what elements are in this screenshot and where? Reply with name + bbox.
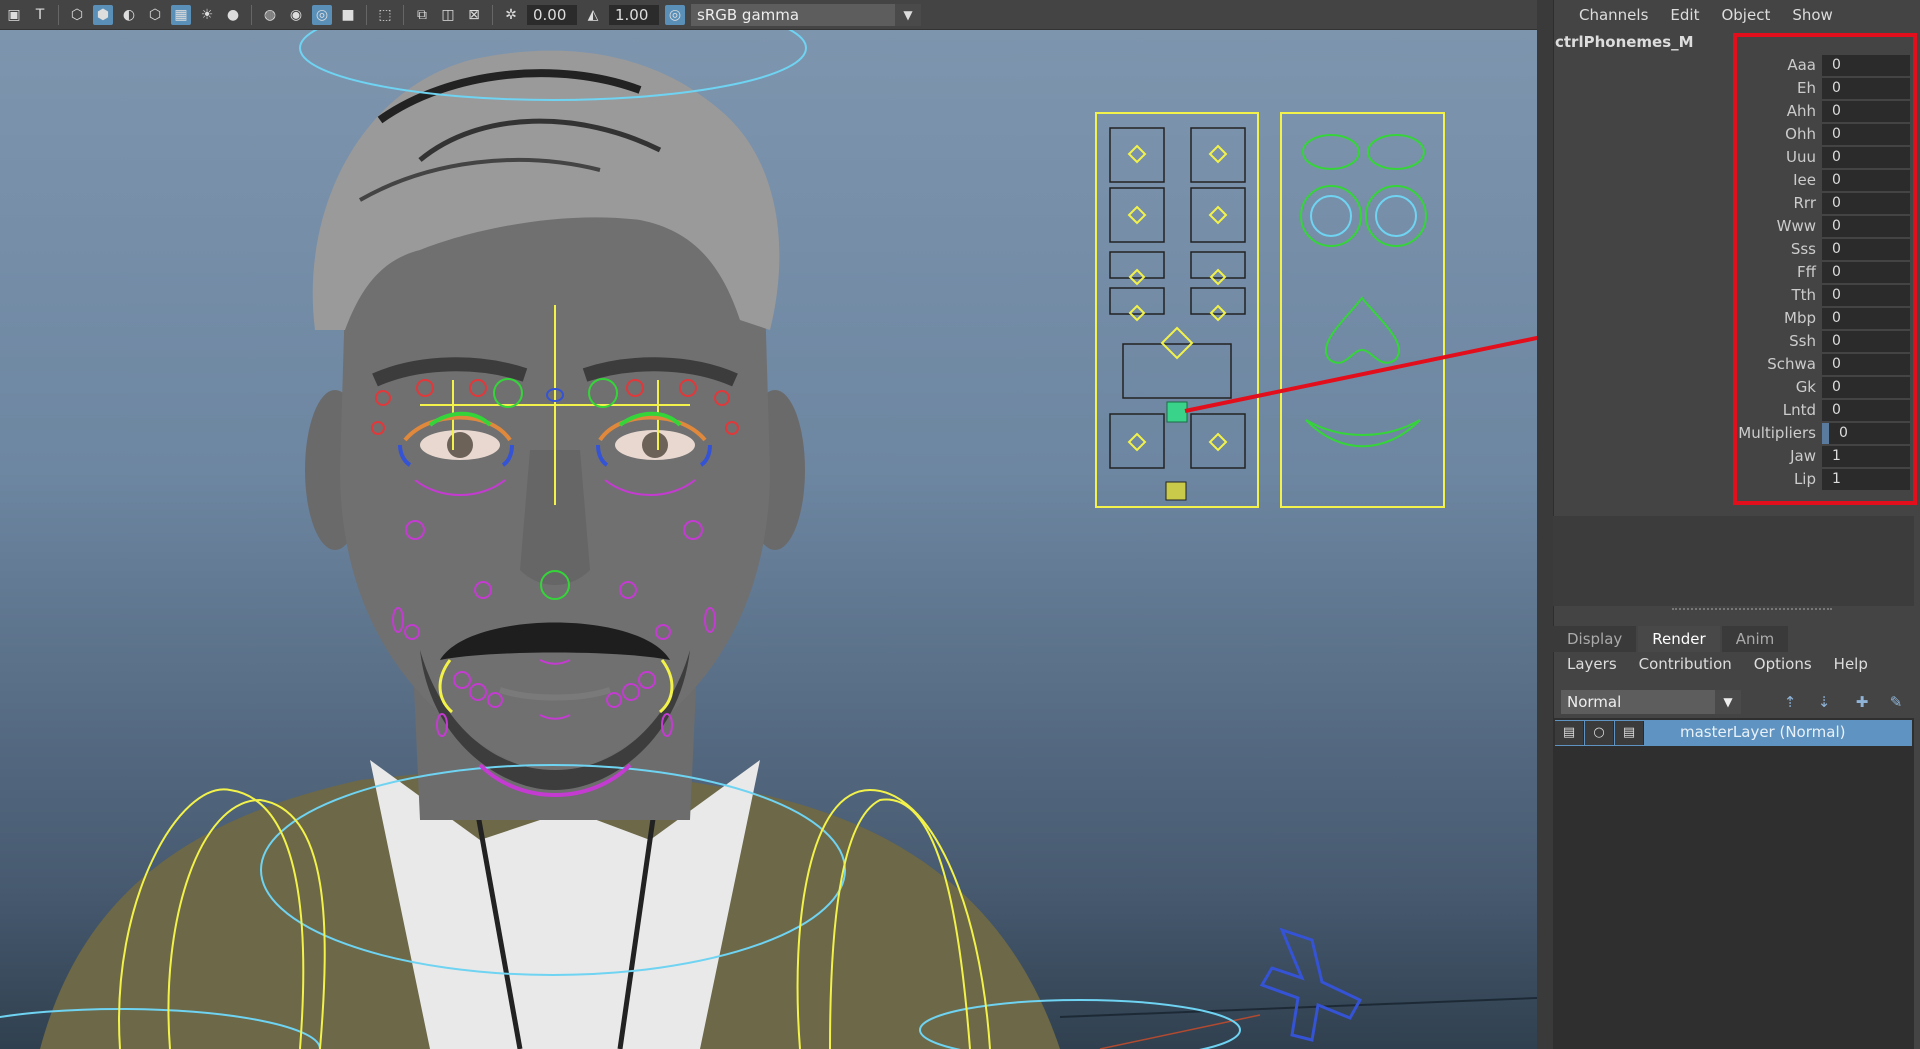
panel-splitter[interactable] [1537, 0, 1554, 1049]
ambient-occlusion-icon[interactable]: ◍ [260, 5, 280, 25]
menu-edit[interactable]: Edit [1670, 6, 1699, 24]
render-clapper-icon[interactable]: ▤ [1555, 721, 1584, 745]
select-icon[interactable]: ■ [338, 5, 358, 25]
new-layer-icon[interactable]: ✚ [1849, 690, 1875, 714]
text-icon[interactable]: T [30, 5, 50, 25]
toolbar-separator [366, 4, 367, 25]
object-name[interactable]: ctrlPhonemes_M [1555, 33, 1694, 51]
toolbar-separator [403, 4, 404, 25]
menu-show[interactable]: Show [1792, 6, 1832, 24]
image-plane-icon[interactable]: ▣ [4, 5, 24, 25]
face-gui-left-panel[interactable] [1095, 112, 1259, 508]
move-layer-up-icon[interactable]: ⇡ [1777, 690, 1803, 714]
menu-options[interactable]: Options [1754, 655, 1812, 673]
channel-box-empty-area [1553, 516, 1914, 606]
camera-gate-icon[interactable]: ◫ [438, 5, 458, 25]
menu-help[interactable]: Help [1834, 655, 1868, 673]
shaded-icon[interactable]: ⬢ [93, 4, 113, 25]
toolbar-separator [58, 4, 59, 25]
textured-icon[interactable]: ▦ [171, 4, 191, 25]
chevron-down-icon[interactable]: ▼ [895, 3, 921, 26]
viewport-toolbar: ▣ T ⬡ ⬢ ◐ ⬡ ▦ ☀ ● ◍ ◉ ◎ ■ ⬚ ⧉ ◫ ⊠ ✲ 0.00… [0, 0, 1537, 30]
visibility-icon[interactable]: ○ [1585, 721, 1614, 745]
layer-editor-menu: Layers Contribution Options Help [1567, 655, 1868, 673]
layer-editor-tabs: Display Render Anim [1553, 626, 1789, 652]
isolate-icon[interactable]: ◉ [286, 5, 306, 25]
channel-box-menu: Channels Edit Object Show [1553, 0, 1920, 30]
gamma-icon[interactable]: ◭ [583, 5, 603, 25]
shadow-icon[interactable]: ● [223, 5, 243, 25]
toolbar-separator [492, 4, 493, 25]
smooth-shade-icon[interactable]: ◐ [119, 5, 139, 25]
toolbar-separator [251, 4, 252, 25]
move-layer-down-icon[interactable]: ⇣ [1811, 690, 1837, 714]
xray-icon[interactable]: ◎ [312, 4, 332, 25]
viewport-panel[interactable]: ▣ T ⬡ ⬢ ◐ ⬡ ▦ ☀ ● ◍ ◉ ◎ ■ ⬚ ⧉ ◫ ⊠ ✲ 0.00… [0, 0, 1537, 1049]
tab-display[interactable]: Display [1553, 626, 1637, 652]
clapper-icon[interactable]: ▤ [1615, 721, 1644, 745]
layer-name[interactable]: masterLayer (Normal) [1680, 723, 1845, 741]
exposure-icon[interactable]: ✲ [501, 5, 521, 25]
face-gui-right-panel[interactable] [1280, 112, 1445, 508]
menu-layers[interactable]: Layers [1567, 655, 1617, 673]
color-space-dropdown[interactable]: sRGB gamma ▼ [691, 3, 921, 26]
color-management-icon[interactable]: ◎ [665, 4, 685, 25]
menu-channels[interactable]: Channels [1579, 6, 1648, 24]
frame-icon[interactable]: ⧉ [412, 5, 432, 25]
snapshot-icon[interactable]: ⬚ [375, 5, 395, 25]
bounding-box-icon[interactable]: ⬡ [145, 5, 165, 25]
menu-object[interactable]: Object [1721, 6, 1770, 24]
pane-resize-handle[interactable] [1672, 608, 1832, 613]
gamma-field[interactable]: 1.00 [609, 4, 659, 25]
tab-anim[interactable]: Anim [1721, 626, 1789, 652]
layer-row[interactable]: ▤ ○ ▤ masterLayer (Normal) [1555, 720, 1912, 746]
wireframe-icon[interactable]: ⬡ [67, 5, 87, 25]
film-gate-icon[interactable]: ⊠ [464, 5, 484, 25]
color-space-label: sRGB gamma [697, 5, 800, 24]
viewport-scene[interactable] [0, 0, 1537, 1049]
light-icon[interactable]: ☀ [197, 5, 217, 25]
annotation-highlight-box [1733, 33, 1917, 505]
annotation-arrow [1184, 335, 1537, 413]
layer-list: ▤ ○ ▤ masterLayer (Normal) [1553, 718, 1914, 1049]
new-layer-selected-icon[interactable]: ✎ [1883, 690, 1909, 714]
tab-render[interactable]: Render [1638, 626, 1720, 652]
exposure-field[interactable]: 0.00 [527, 4, 577, 25]
chevron-down-icon[interactable]: ▼ [1715, 690, 1741, 714]
layer-mode-label: Normal [1567, 693, 1622, 711]
layer-mode-dropdown[interactable]: Normal ▼ [1561, 690, 1741, 714]
menu-contribution[interactable]: Contribution [1639, 655, 1732, 673]
